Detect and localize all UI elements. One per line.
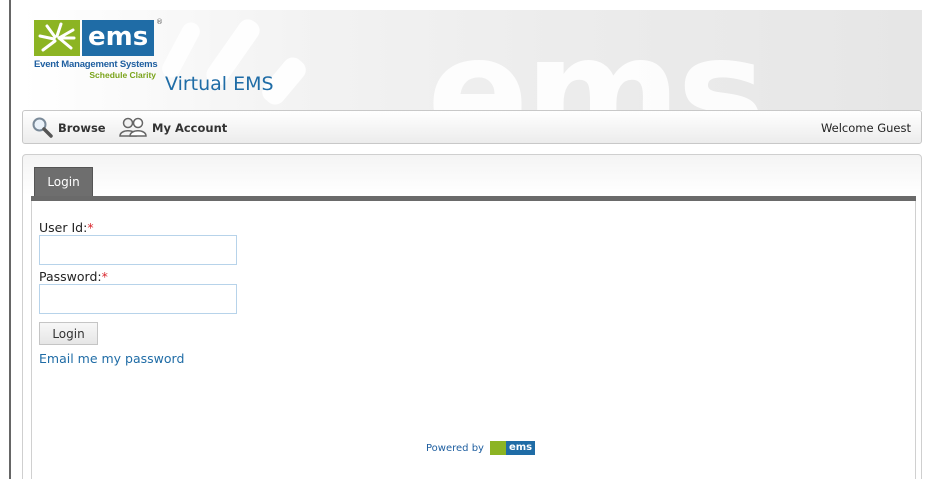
ems-logo: ems ® Event Management Systems Schedule … xyxy=(34,18,166,80)
powered-by-wordmark: ems xyxy=(505,441,536,455)
magnifier-icon xyxy=(31,116,53,141)
header-banner: ems ems ® Event Management Systems Sched… xyxy=(22,10,922,110)
registered-mark: ® xyxy=(156,18,163,26)
nav-my-account[interactable]: My Account xyxy=(119,117,227,139)
welcome-text: Welcome Guest xyxy=(820,121,911,135)
password-input[interactable] xyxy=(39,284,237,314)
nav-bar: Browse My Account Welcome Guest xyxy=(22,110,922,144)
login-form: User Id:* Password:* Login Email me my p… xyxy=(31,201,916,479)
login-panel: Login User Id:* Password:* Login Email m… xyxy=(22,154,922,479)
required-marker: * xyxy=(87,220,94,235)
powered-by-label: Powered by xyxy=(426,442,484,454)
tab-login[interactable]: Login xyxy=(34,167,93,196)
user-id-input[interactable] xyxy=(39,235,237,265)
password-label: Password:* xyxy=(39,269,108,284)
sunburst-icon xyxy=(34,20,80,56)
users-icon xyxy=(119,116,147,141)
required-marker: * xyxy=(101,269,108,284)
app-title: Virtual EMS xyxy=(165,73,274,95)
login-button[interactable]: Login xyxy=(39,322,98,345)
logo-wordmark: ems xyxy=(82,20,154,56)
logo-subtitle: Event Management Systems xyxy=(34,59,158,70)
nav-browse-label: Browse xyxy=(58,121,106,135)
left-edge-rule xyxy=(9,0,11,479)
nav-my-account-label: My Account xyxy=(152,121,228,135)
user-id-label: User Id:* xyxy=(39,220,94,235)
powered-by-logo: ems xyxy=(489,441,536,455)
logo-tagline: Schedule Clarity xyxy=(89,70,156,80)
email-password-link[interactable]: Email me my password xyxy=(39,351,184,366)
background-watermark: ems xyxy=(427,10,766,110)
nav-browse[interactable]: Browse xyxy=(31,117,106,139)
sunburst-icon xyxy=(489,441,506,455)
powered-by: Powered by ems xyxy=(426,441,536,455)
